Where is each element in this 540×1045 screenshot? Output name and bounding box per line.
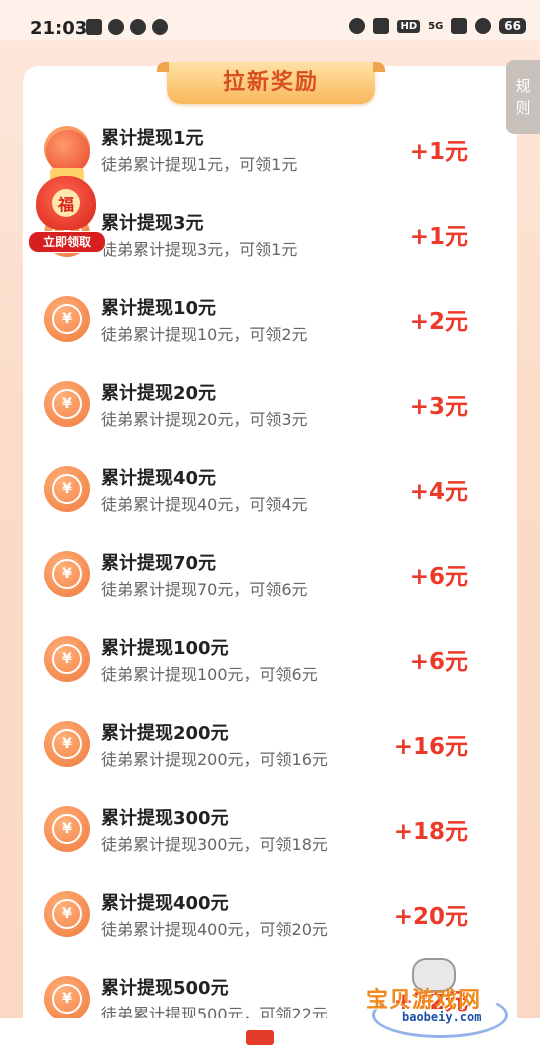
reward-amount: +20元 [393, 904, 468, 930]
reward-title: 累计提现200元 [101, 723, 229, 744]
reward-title: 累计提现500元 [101, 978, 229, 999]
reward-amount: +6元 [409, 564, 468, 590]
notification-app-icon [86, 19, 102, 35]
battery-indicator: 66 [499, 18, 526, 34]
reward-title: 累计提现20元 [101, 383, 217, 404]
reward-amount: +1元 [409, 139, 468, 165]
reward-desc: 徒弟累计提现20元，可领3元 [101, 410, 308, 429]
wifi-icon [475, 18, 492, 34]
coin-icon: ¥ [44, 976, 90, 1022]
reward-amount: +2元 [409, 309, 468, 335]
rules-tab[interactable]: 规 则 [506, 60, 540, 134]
reward-row: ¥ 累计提现300元 徒弟累计提现300元，可领18元 +18元 [40, 796, 480, 866]
coin-icon: ¥ [44, 466, 90, 512]
qq-icon [130, 19, 146, 35]
reward-row: ¥ 累计提现400元 徒弟累计提现400元，可领20元 +20元 [40, 881, 480, 951]
red-envelope-icon[interactable] [246, 1030, 274, 1045]
reward-title: 累计提现70元 [101, 553, 217, 574]
reward-desc: 徒弟累计提现10元，可领2元 [101, 325, 308, 344]
reward-desc: 徒弟累计提现400元，可领20元 [101, 920, 328, 939]
red-envelope-promo[interactable]: 福 立即领取 [28, 130, 106, 254]
reward-row: ¥ 累计提现1元 徒弟累计提现1元，可领1元 +1元 [40, 116, 480, 186]
reward-amount: +18元 [393, 819, 468, 845]
claim-now-button[interactable]: 立即领取 [28, 231, 106, 253]
section-title: 拉新奖励 [157, 62, 385, 104]
reward-amount: +1元 [409, 224, 468, 250]
reward-desc: 徒弟累计提现300元，可领18元 [101, 835, 328, 854]
reward-row: ¥ 累计提现70元 徒弟累计提现70元，可领6元 +6元 [40, 541, 480, 611]
coin-icon: ¥ [44, 721, 90, 767]
status-right-icons: HD 5G 66 [349, 18, 526, 34]
watermark-url: baobeiy.com [402, 1010, 482, 1024]
status-left-icons [86, 19, 168, 35]
reward-title: 累计提现3元 [101, 213, 204, 234]
coin-icon: ¥ [44, 891, 90, 937]
reward-desc: 徒弟累计提现100元，可领6元 [101, 665, 318, 684]
coin-icon: ¥ [44, 806, 90, 852]
rules-label-2: 则 [515, 99, 531, 117]
reward-desc: 徒弟累计提现40元，可领4元 [101, 495, 308, 514]
hd-badge: HD [397, 19, 421, 33]
reward-title: 累计提现300元 [101, 808, 229, 829]
reward-row: ¥ 累计提现3元 徒弟累计提现3元，可领1元 +1元 [40, 201, 480, 271]
reward-title: 累计提现400元 [101, 893, 229, 914]
reward-title: 累计提现1元 [101, 128, 204, 149]
coin-icon: ¥ [44, 551, 90, 597]
reward-amount: +4元 [409, 479, 468, 505]
rules-label-1: 规 [515, 77, 531, 95]
reward-desc: 徒弟累计提现1元，可领1元 [101, 155, 298, 174]
reward-title: 累计提现40元 [101, 468, 217, 489]
reward-row: ¥ 累计提现10元 徒弟累计提现10元，可领2元 +2元 [40, 286, 480, 356]
reward-desc: 徒弟累计提现3元，可领1元 [101, 240, 298, 259]
check-icon [108, 19, 124, 35]
reward-amount: +16元 [393, 734, 468, 760]
reward-amount: +3元 [409, 394, 468, 420]
reward-title: 累计提现100元 [101, 638, 229, 659]
site-watermark: 宝贝游戏网 baobeiy.com [362, 958, 512, 1038]
reward-row: ¥ 累计提现20元 徒弟累计提现20元，可领3元 +3元 [40, 371, 480, 441]
reward-row: ¥ 累计提现200元 徒弟累计提现200元，可领16元 +16元 [40, 711, 480, 781]
reward-desc: 徒弟累计提现200元，可领16元 [101, 750, 328, 769]
coin-icon: ¥ [44, 381, 90, 427]
network-label: 5G [428, 20, 444, 32]
reward-title: 累计提现10元 [101, 298, 217, 319]
reward-row: ¥ 累计提现40元 徒弟累计提现40元，可领4元 +4元 [40, 456, 480, 526]
fu-character: 福 [52, 189, 80, 217]
coin-icon: ¥ [44, 296, 90, 342]
wechat-icon [152, 19, 168, 35]
lucky-bag-icon: 福 [36, 176, 96, 230]
reward-amount: +6元 [409, 649, 468, 675]
signal-icon [451, 18, 468, 34]
vibrate-icon [373, 18, 390, 34]
reward-desc: 徒弟累计提现70元，可领6元 [101, 580, 308, 599]
coin-icon: ¥ [44, 636, 90, 682]
alarm-icon [349, 18, 366, 34]
reward-row: ¥ 累计提现100元 徒弟累计提现100元，可领6元 +6元 [40, 626, 480, 696]
status-bar: 21:03 HD 5G 66 [0, 0, 540, 40]
status-time: 21:03 [30, 18, 88, 39]
